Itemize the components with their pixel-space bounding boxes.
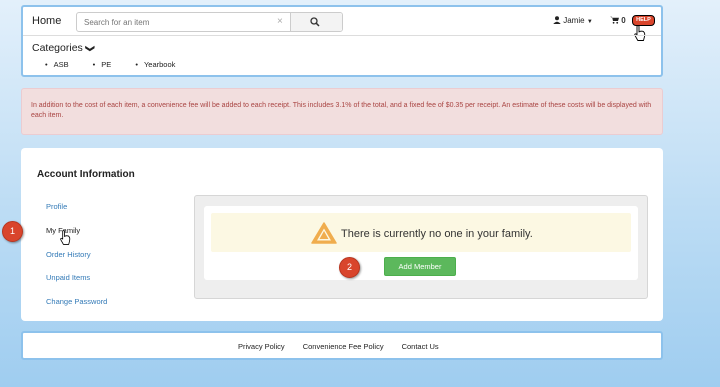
caret-down-icon: ▼: [586, 19, 593, 25]
warning-icon: [311, 222, 337, 244]
nav-profile[interactable]: Profile: [46, 202, 67, 211]
category-item[interactable]: ASB: [45, 60, 69, 69]
user-menu[interactable]: Jamie ▼: [553, 16, 593, 25]
cart-icon: [610, 16, 619, 24]
search-icon: [310, 17, 320, 27]
empty-family-message: There is currently no one in your family…: [341, 228, 533, 240]
category-list: ASB PE Yearbook: [45, 60, 199, 69]
account-panel: Account Information Profile My Family Or…: [21, 148, 663, 321]
category-item[interactable]: PE: [93, 60, 111, 69]
user-icon: [553, 16, 561, 24]
family-content-box: There is currently no one in your family…: [194, 195, 648, 299]
footer-links: Privacy Policy Convenience Fee Policy Co…: [238, 342, 457, 351]
top-navbar: Home × Jamie ▼ 0 HELP Categories: [21, 5, 663, 77]
chevron-down-icon: ❯: [84, 44, 95, 53]
nav-change-password[interactable]: Change Password: [46, 297, 107, 306]
add-member-button[interactable]: Add Member: [384, 257, 456, 276]
step-marker-2: 2: [339, 257, 360, 278]
navbar-divider: [23, 35, 661, 36]
footer-convenience-fee-policy[interactable]: Convenience Fee Policy: [303, 342, 384, 351]
empty-family-warning: There is currently no one in your family…: [211, 213, 631, 252]
home-link[interactable]: Home: [32, 15, 61, 27]
family-content-inner: There is currently no one in your family…: [204, 206, 638, 280]
footer-contact-us[interactable]: Contact Us: [402, 342, 439, 351]
search-button[interactable]: [290, 13, 342, 31]
categories-label: Categories: [32, 42, 83, 54]
account-title: Account Information: [37, 169, 135, 180]
footer: Privacy Policy Convenience Fee Policy Co…: [21, 331, 663, 360]
cart-count: 0: [621, 16, 626, 25]
cart-button[interactable]: 0: [610, 16, 626, 25]
footer-privacy-policy[interactable]: Privacy Policy: [238, 342, 285, 351]
categories-toggle[interactable]: Categories ❯: [32, 42, 95, 54]
search-box: ×: [76, 12, 343, 32]
nav-unpaid-items[interactable]: Unpaid Items: [46, 273, 90, 282]
user-name: Jamie: [563, 16, 585, 25]
nav-order-history[interactable]: Order History: [46, 250, 91, 259]
hand-cursor-icon: [634, 25, 646, 41]
clear-search-icon[interactable]: ×: [277, 16, 283, 28]
step-marker-1: 1: [2, 221, 23, 242]
category-item[interactable]: Yearbook: [135, 60, 175, 69]
search-input[interactable]: [77, 13, 290, 31]
convenience-fee-alert: In addition to the cost of each item, a …: [21, 88, 663, 135]
hand-cursor-icon: [60, 230, 71, 245]
